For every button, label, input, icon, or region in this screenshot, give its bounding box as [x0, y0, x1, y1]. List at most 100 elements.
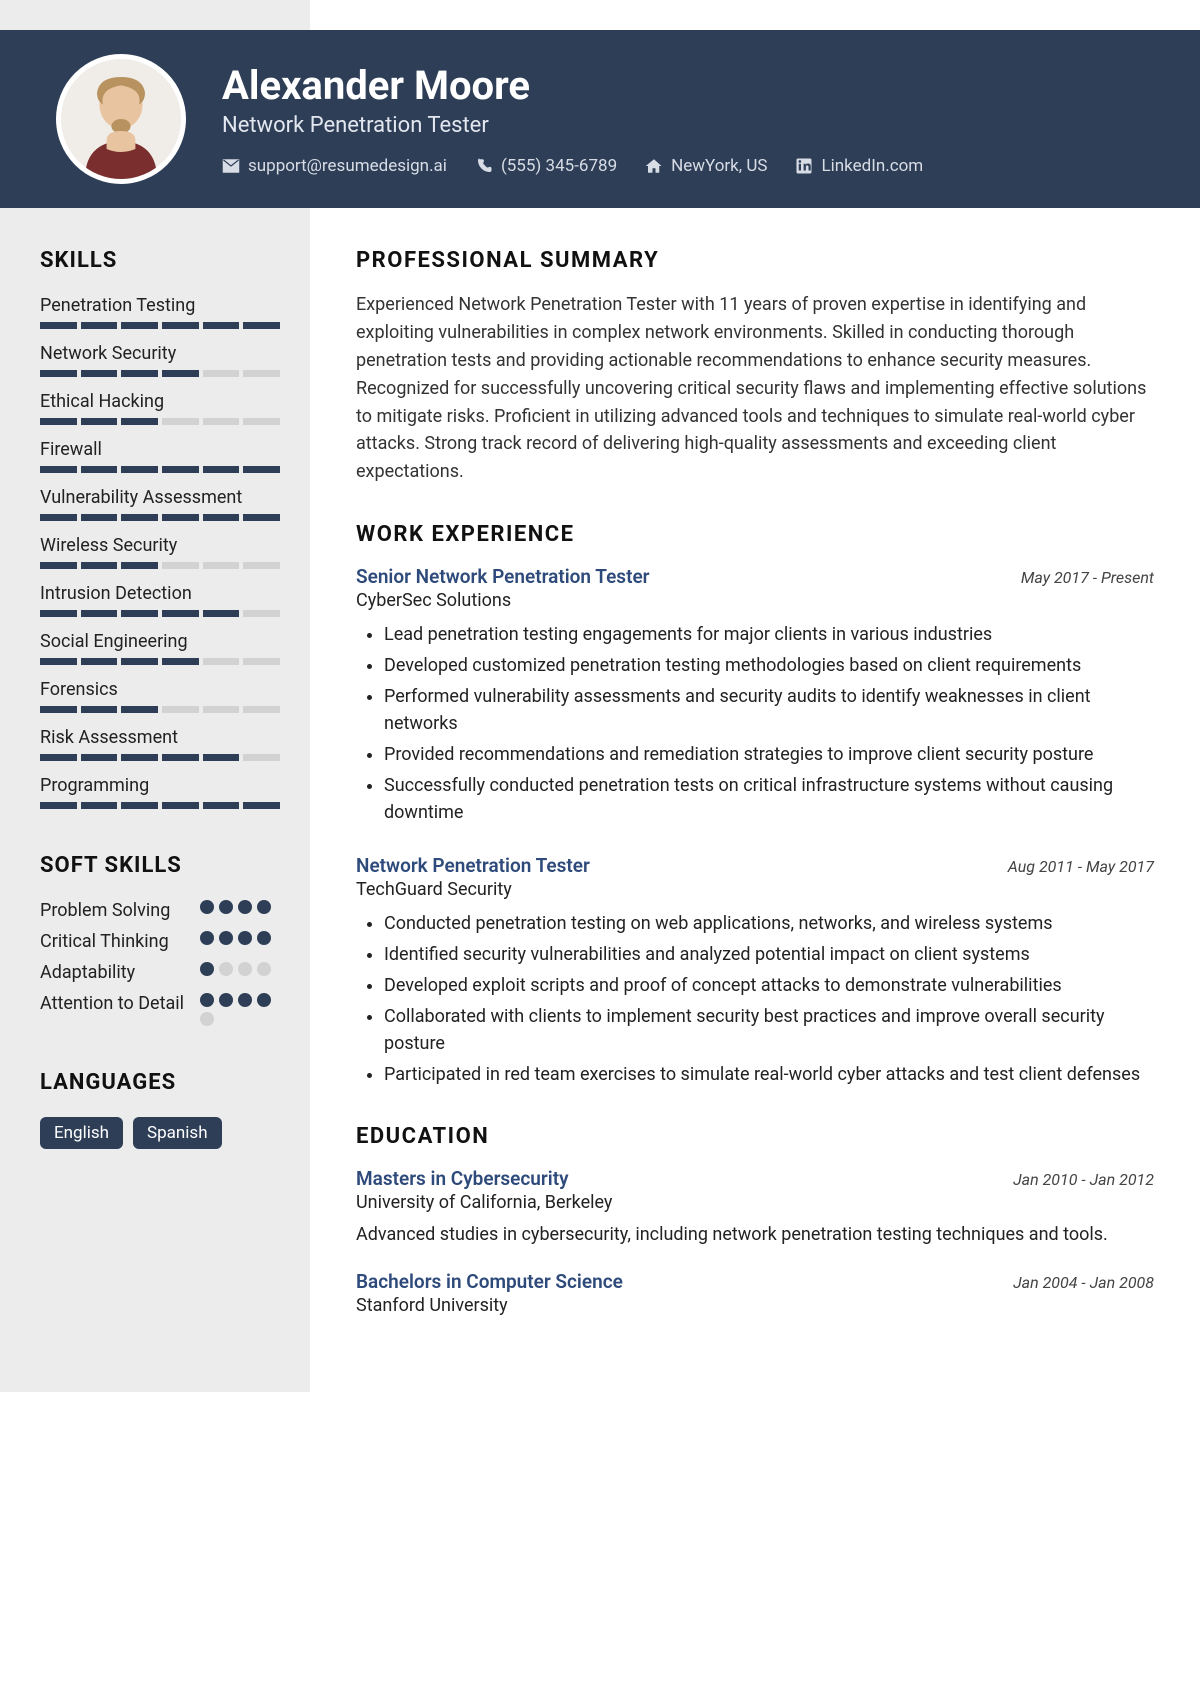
soft-skills-section: SOFT SKILLS Problem Solving Critical Thin… [40, 853, 280, 1026]
language-tag: English [40, 1117, 123, 1149]
skill-item: Wireless Security [40, 535, 280, 569]
skill-item: Network Security [40, 343, 280, 377]
job-bullet: Successfully conducted penetration tests… [384, 772, 1154, 826]
job-bullet: Performed vulnerability assessments and … [384, 683, 1154, 737]
soft-skill-dots [200, 931, 280, 945]
skill-item: Firewall [40, 439, 280, 473]
skill-bar [40, 370, 280, 377]
job-dates: Aug 2011 - May 2017 [1008, 857, 1154, 876]
skill-bar [40, 658, 280, 665]
skill-bar [40, 802, 280, 809]
person-name: Alexander Moore [222, 62, 923, 109]
skills-heading: SKILLS [40, 248, 280, 273]
phone-icon [475, 157, 493, 175]
skill-item: Social Engineering [40, 631, 280, 665]
job-bullet: Identified security vulnerabilities and … [384, 941, 1154, 968]
education-heading: EDUCATION [356, 1124, 1154, 1149]
skill-bar [40, 562, 280, 569]
skill-name: Social Engineering [40, 631, 280, 652]
skill-item: Programming [40, 775, 280, 809]
job-bullet: Participated in red team exercises to si… [384, 1061, 1154, 1088]
avatar [56, 54, 186, 184]
education-dates: Jan 2010 - Jan 2012 [1013, 1170, 1154, 1189]
contact-location: NewYork, US [645, 156, 767, 176]
job-dates: May 2017 - Present [1021, 568, 1154, 587]
skill-bar [40, 610, 280, 617]
soft-skill-item: Attention to Detail [40, 993, 280, 1026]
skill-item: Risk Assessment [40, 727, 280, 761]
summary-section: PROFESSIONAL SUMMARY Experienced Network… [356, 248, 1154, 486]
soft-skill-name: Attention to Detail [40, 993, 200, 1014]
skill-bar [40, 706, 280, 713]
skill-bar [40, 322, 280, 329]
education-dates: Jan 2004 - Jan 2008 [1013, 1273, 1154, 1292]
contact-phone: (555) 345-6789 [475, 156, 617, 176]
languages-section: LANGUAGES English Spanish [40, 1070, 280, 1149]
skill-item: Intrusion Detection [40, 583, 280, 617]
soft-skill-item: Critical Thinking [40, 931, 280, 952]
job-bullets: Lead penetration testing engagements for… [356, 621, 1154, 826]
summary-heading: PROFESSIONAL SUMMARY [356, 248, 1154, 273]
education-section: EDUCATION Masters in Cybersecurity Jan 20… [356, 1124, 1154, 1316]
skill-name: Network Security [40, 343, 280, 364]
job-company: CyberSec Solutions [356, 590, 1154, 611]
contact-linkedin: LinkedIn.com [795, 156, 923, 176]
soft-skill-name: Adaptability [40, 962, 200, 983]
skill-name: Programming [40, 775, 280, 796]
education-school: Stanford University [356, 1295, 1154, 1316]
skill-bar [40, 466, 280, 473]
skill-bar [40, 514, 280, 521]
work-section: WORK EXPERIENCE Senior Network Penetrati… [356, 522, 1154, 1088]
skill-item: Forensics [40, 679, 280, 713]
soft-skill-name: Critical Thinking [40, 931, 200, 952]
person-title: Network Penetration Tester [222, 113, 923, 138]
skill-item: Vulnerability Assessment [40, 487, 280, 521]
job-title: Senior Network Penetration Tester [356, 565, 650, 588]
job-bullet: Developed customized penetration testing… [384, 652, 1154, 679]
education-item: Bachelors in Computer Science Jan 2004 - … [356, 1270, 1154, 1316]
skill-name: Risk Assessment [40, 727, 280, 748]
skills-section: SKILLS Penetration Testing Network Securi… [40, 248, 280, 809]
home-icon [645, 157, 663, 175]
job-item: Senior Network Penetration Tester May 201… [356, 565, 1154, 826]
education-school: University of California, Berkeley [356, 1192, 1154, 1213]
skill-item: Penetration Testing [40, 295, 280, 329]
soft-skill-dots [200, 993, 280, 1026]
soft-skill-name: Problem Solving [40, 900, 200, 921]
skill-bar [40, 418, 280, 425]
education-item: Masters in Cybersecurity Jan 2010 - Jan 2… [356, 1167, 1154, 1248]
education-title: Bachelors in Computer Science [356, 1270, 623, 1293]
job-title: Network Penetration Tester [356, 854, 590, 877]
skill-name: Firewall [40, 439, 280, 460]
job-bullet: Lead penetration testing engagements for… [384, 621, 1154, 648]
languages-heading: LANGUAGES [40, 1070, 280, 1095]
job-company: TechGuard Security [356, 879, 1154, 900]
summary-text: Experienced Network Penetration Tester w… [356, 291, 1154, 486]
skill-name: Forensics [40, 679, 280, 700]
linkedin-icon [795, 157, 813, 175]
job-bullets: Conducted penetration testing on web app… [356, 910, 1154, 1088]
soft-skills-heading: SOFT SKILLS [40, 853, 280, 878]
skill-name: Penetration Testing [40, 295, 280, 316]
work-heading: WORK EXPERIENCE [356, 522, 1154, 547]
soft-skill-dots [200, 962, 280, 976]
soft-skill-item: Problem Solving [40, 900, 280, 921]
job-item: Network Penetration Tester Aug 2011 - May… [356, 854, 1154, 1088]
skill-name: Vulnerability Assessment [40, 487, 280, 508]
email-icon [222, 157, 240, 175]
skill-bar [40, 754, 280, 761]
job-bullet: Provided recommendations and remediation… [384, 741, 1154, 768]
resume-header: Alexander Moore Network Penetration Test… [0, 30, 1200, 208]
skill-name: Intrusion Detection [40, 583, 280, 604]
job-bullet: Collaborated with clients to implement s… [384, 1003, 1154, 1057]
skill-item: Ethical Hacking [40, 391, 280, 425]
skill-name: Wireless Security [40, 535, 280, 556]
skill-name: Ethical Hacking [40, 391, 280, 412]
contact-email: support@resumedesign.ai [222, 156, 447, 176]
job-bullet: Conducted penetration testing on web app… [384, 910, 1154, 937]
job-bullet: Developed exploit scripts and proof of c… [384, 972, 1154, 999]
education-title: Masters in Cybersecurity [356, 1167, 569, 1190]
language-tag: Spanish [133, 1117, 222, 1149]
education-desc: Advanced studies in cybersecurity, inclu… [356, 1221, 1154, 1248]
soft-skill-dots [200, 900, 280, 914]
